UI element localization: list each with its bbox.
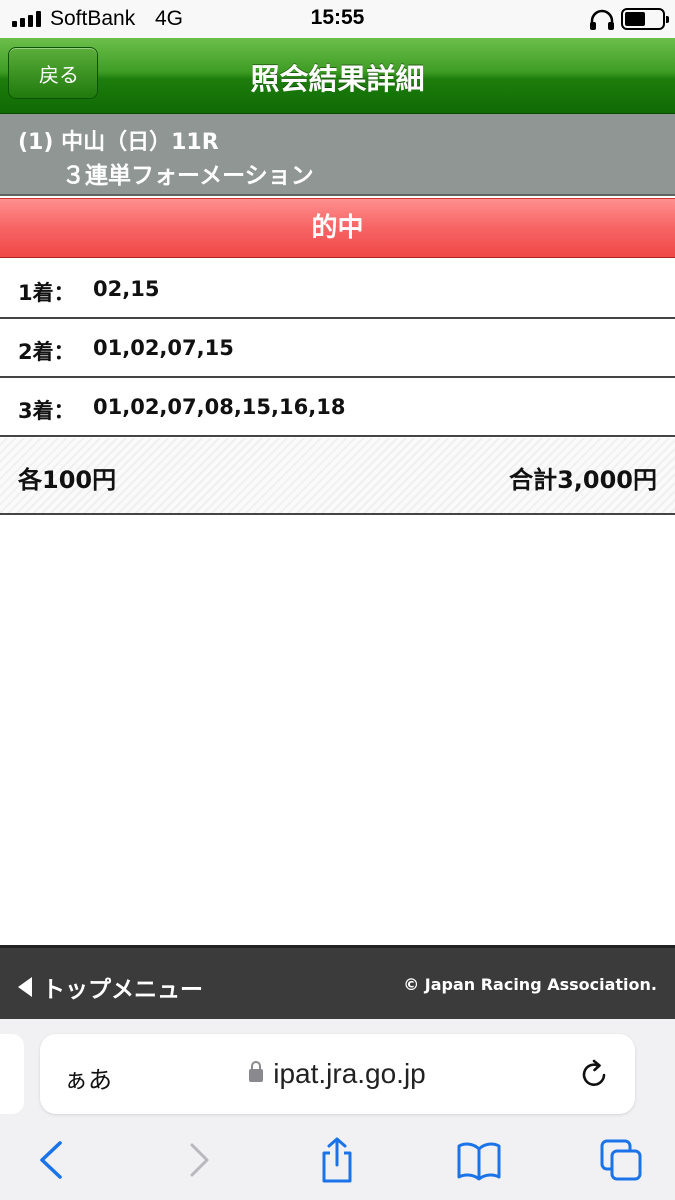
title-bar: 戻る 照会結果詳細 bbox=[0, 38, 675, 114]
race-header: (1) 中山（日）11R ３連単フォーメーション bbox=[0, 114, 675, 196]
address-bar[interactable]: ぁあ ipat.jra.go.jp bbox=[40, 1034, 635, 1114]
total-amount: 合計3,000円 bbox=[509, 466, 657, 494]
page-title: 照会結果詳細 bbox=[250, 62, 425, 96]
url-display[interactable]: ipat.jra.go.jp bbox=[40, 1058, 635, 1090]
tabs-icon[interactable] bbox=[598, 1137, 646, 1183]
place-label: 2着： bbox=[18, 340, 75, 364]
place-label: 1着： bbox=[18, 281, 75, 305]
selection-row-3rd: 3着： 01,02,07,08,15,16,18 bbox=[0, 378, 675, 437]
horse-numbers: 02,15 bbox=[93, 277, 160, 301]
back-icon[interactable] bbox=[28, 1137, 76, 1183]
status-bar: SoftBank 4G 15:55 bbox=[0, 0, 675, 38]
battery-icon bbox=[621, 8, 669, 30]
bet-type: ３連単フォーメーション bbox=[62, 163, 314, 189]
copyright-text: © Japan Racing Association. bbox=[403, 975, 657, 994]
triangle-left-icon bbox=[18, 977, 32, 997]
selection-row-2nd: 2着： 01,02,07,15 bbox=[0, 319, 675, 378]
headphone-icon bbox=[590, 9, 614, 30]
top-menu-link[interactable]: トップメニュー bbox=[18, 970, 203, 1004]
bookmarks-icon[interactable] bbox=[455, 1137, 503, 1183]
share-icon[interactable] bbox=[313, 1137, 361, 1183]
place-label: 3着： bbox=[18, 399, 75, 423]
horse-numbers: 01,02,07,08,15,16,18 bbox=[93, 395, 346, 419]
hit-status-banner: 的中 bbox=[0, 198, 675, 258]
lock-icon bbox=[249, 1061, 264, 1082]
unit-amount: 各100円 bbox=[18, 466, 117, 494]
previous-tab-card[interactable] bbox=[0, 1034, 24, 1114]
selection-row-1st: 1着： 02,15 bbox=[0, 260, 675, 319]
status-time: 15:55 bbox=[310, 6, 365, 29]
top-menu-label: トップメニュー bbox=[42, 977, 203, 1003]
reload-icon[interactable] bbox=[579, 1058, 611, 1090]
footer-bar: トップメニュー © Japan Racing Association. bbox=[0, 945, 675, 1019]
race-info: (1) 中山（日）11R bbox=[18, 130, 219, 155]
amount-summary: 各100円 合計3,000円 bbox=[0, 438, 675, 515]
horse-numbers: 01,02,07,15 bbox=[93, 336, 234, 360]
url-text: ipat.jra.go.jp bbox=[273, 1058, 426, 1089]
forward-icon[interactable] bbox=[175, 1137, 223, 1183]
